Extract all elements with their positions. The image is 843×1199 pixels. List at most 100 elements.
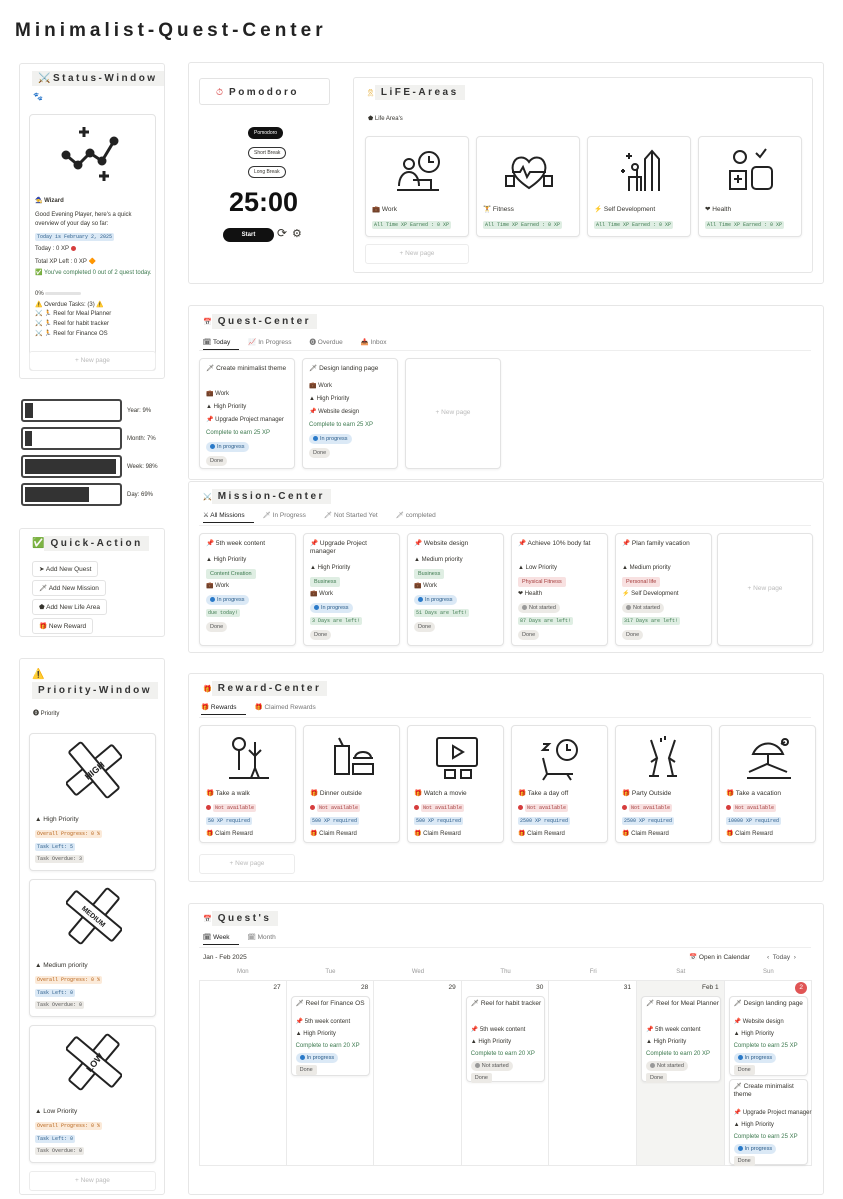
quest-center: 📅 Quest-Center 🗓 Today 📈 In Progress ⓿ Over… [188, 305, 824, 480]
tab-inbox[interactable]: 📥 Inbox [361, 339, 396, 346]
weekday-header: Wed [411, 969, 425, 975]
calendar-event[interactable]: 🗡 Reel for Finance OS 📌 5th week content… [290, 996, 371, 1076]
pomodoro-button[interactable]: Pomodoro [248, 127, 284, 139]
new-reward-button[interactable]: 🎁 New Reward [32, 618, 94, 634]
date-number: Feb 1 [701, 984, 719, 991]
tab-month[interactable]: 🗓 Month [248, 934, 285, 941]
life-card-self-development[interactable]: ⚡ Self Development All Time XP Earned : … [587, 136, 691, 237]
overdue-item[interactable]: ⚔️ 🏃 Reel for Meal Planner [35, 310, 111, 318]
tab-in-progress[interactable]: 🗡 In Progress [263, 512, 315, 519]
day-column[interactable] [549, 980, 637, 1166]
date-number: 30 [536, 984, 544, 991]
add-mission-button[interactable]: 🗡 Add New Mission [32, 580, 106, 596]
calendar-title: 📅 Quest's [203, 911, 278, 926]
calendar-event[interactable]: 🗡 Create minimalist theme 📌 Upgrade Proj… [728, 1079, 811, 1166]
reward-card[interactable]: 🎁 Party Outside Not available 2500 XP re… [615, 725, 712, 843]
tab-in-progress[interactable]: 📈 In Progress [248, 339, 300, 346]
mission-card[interactable]: 📌 Achieve 10% body fat ▲ Low Priority Ph… [511, 533, 608, 646]
priority-card-low[interactable]: LOW ▲ Low Priority Overall Progress: 0 %… [29, 1025, 156, 1163]
low-icon: LOW [66, 1033, 122, 1091]
new-page-button[interactable]: + New page [29, 351, 156, 371]
tab-week[interactable]: 🗓 Week [203, 934, 239, 945]
paw-icon: 🐾 [33, 92, 43, 101]
new-page-button[interactable]: + New page [717, 533, 813, 646]
tab-claimed-rewards[interactable]: 🎁 Claimed Rewards [255, 704, 325, 711]
claim-reward-button[interactable]: 🎁 Claim Reward [414, 830, 461, 838]
claim-reward-button[interactable]: 🎁 Claim Reward [726, 830, 773, 838]
year-bar [25, 403, 34, 418]
life-card-work[interactable]: 💼 Work All Time XP Earned : 0 XP [365, 136, 469, 237]
priority-name: High Priority [43, 816, 79, 823]
mission-card[interactable]: 📌 5th week content ▲ High Priority Conte… [199, 533, 296, 646]
fitness-icon [505, 156, 553, 190]
date-number: 31 [623, 984, 631, 991]
calendar-event[interactable]: 🗡 Design landing page 📌 Website design ▲… [728, 996, 809, 1076]
reward-card[interactable]: 🎁 Watch a movie Not available 500 XP req… [407, 725, 504, 843]
day-column[interactable] [199, 980, 287, 1166]
mission-card[interactable]: 📌 Plan family vacation ▲ Medium priority… [615, 533, 712, 646]
new-page-button[interactable]: + New page [199, 854, 295, 874]
claim-reward-button[interactable]: 🎁 Claim Reward [310, 830, 357, 838]
tab-overdue[interactable]: ⓿ Overdue [309, 339, 351, 346]
greeting: Good Evening Player, here's a quick over… [35, 212, 132, 227]
day-column[interactable] [374, 980, 462, 1166]
life-card-health[interactable]: ❤ Health All Time XP Earned : 0 XP [698, 136, 802, 237]
mission-card[interactable]: 📌 Upgrade Project manager ▲ High Priorit… [303, 533, 400, 646]
year-label: Year: 9% [127, 408, 152, 414]
quest-card[interactable]: 🗡 Design landing page 💼 Work ▲ High Prio… [302, 358, 398, 469]
reward-card[interactable]: 🎁 Take a walk Not available 50 XP requir… [199, 725, 296, 843]
long-break-button[interactable]: Long Break [248, 166, 286, 178]
today-xp: Today : 0 XP [35, 245, 78, 253]
day-off-icon [540, 739, 578, 781]
status-title: ⚔️Status-Window [32, 71, 164, 86]
movie-icon [436, 737, 478, 779]
reward-tabs: 🎁 Rewards 🎁 Claimed Rewards [201, 703, 334, 715]
tab-all-missions[interactable]: ⚔ All Missions [203, 512, 254, 523]
open-in-calendar-button[interactable]: 📅 Open in Calendar [689, 954, 750, 962]
mission-center: ⚔️ Mission-Center ⚔ All Missions 🗡 In Prog… [188, 481, 824, 653]
mission-card[interactable]: 📌 Website design ▲ Medium priority Busin… [407, 533, 504, 646]
new-page-button[interactable]: + New page [365, 244, 469, 264]
weekday-header: Sun [763, 969, 774, 975]
new-page-button[interactable]: + New page [29, 1171, 156, 1191]
calendar-tabs: 🗓 Week 🗓 Month [203, 933, 294, 945]
xp-left: Total XP Left : 0 XP 🔶 [35, 259, 96, 265]
mission-tabs: ⚔ All Missions 🗡 In Progress 🗡 Not Started… [203, 511, 454, 523]
timer-display: 25:00 [229, 187, 299, 217]
weekday-header: Sat [676, 969, 686, 975]
quest-card[interactable]: 🗡 Create minimalist theme 💼 Work ▲ High … [199, 358, 295, 469]
new-page-button[interactable]: + New page [405, 358, 501, 469]
claim-reward-button[interactable]: 🎁 Claim Reward [206, 830, 253, 838]
short-break-button[interactable]: Short Break [248, 147, 287, 159]
overdue-header: ⚠️ Overdue Tasks: (3) ⚠️ [35, 302, 104, 308]
priority-card-medium[interactable]: MEDIUM ▲ Medium priority Overall Progres… [29, 879, 156, 1017]
quest-tabs: 🗓 Today 📈 In Progress ⓿ Overdue 📥 Inbox [203, 336, 405, 350]
tab-not-started[interactable]: 🗡 Not Started Yet [324, 512, 387, 519]
date-number: 28 [360, 984, 369, 991]
priority-card-high[interactable]: HIGH ▲ High Priority Overall Progress: 0… [29, 733, 156, 871]
tab-rewards[interactable]: 🎁 Rewards [201, 704, 246, 715]
calendar-event[interactable]: 🗡 Reel for habit tracker 📌 5th week cont… [465, 996, 546, 1083]
quest-center-title: 📅 Quest-Center [203, 314, 318, 329]
reward-card[interactable]: 🎁 Take a vacation Not available 10000 XP… [719, 725, 816, 843]
calendar-event[interactable]: 🗡 Reel for Meal Planner 📌 5th week conte… [641, 996, 721, 1083]
overdue-item[interactable]: ⚔️ 🏃 Reel for Finance OS [35, 330, 108, 338]
overdue-item[interactable]: ⚔️ 🏃 Reel for habit tracker [35, 320, 109, 328]
today-nav[interactable]: ‹ Today › [767, 954, 796, 962]
claim-reward-button[interactable]: 🎁 Claim Reward [518, 830, 565, 838]
dinner-icon [334, 737, 374, 775]
vacation-icon [747, 738, 791, 779]
reward-card[interactable]: 🎁 Take a day off Not available 2500 XP r… [511, 725, 608, 843]
start-button[interactable]: Start [223, 228, 274, 242]
tab-today[interactable]: 🗓 Today [203, 339, 240, 350]
date-range: Jan - Feb 2025 [203, 954, 247, 961]
page-title: Minimalist-Quest-Center [15, 20, 327, 41]
tab-completed[interactable]: 🗡 completed [396, 512, 445, 519]
add-life-area-button[interactable]: ⬟ Add New Life Area [32, 599, 107, 615]
add-quest-button[interactable]: ➤ Add New Quest [32, 561, 99, 577]
claim-reward-button[interactable]: 🎁 Claim Reward [622, 830, 669, 838]
reward-card[interactable]: 🎁 Dinner outside Not available 500 XP re… [303, 725, 400, 843]
gear-icon[interactable]: ⚙ [292, 227, 302, 240]
life-card-fitness[interactable]: 🏋 Fitness All Time XP Earned : 0 XP [476, 136, 580, 237]
reset-icon[interactable]: ⟳ [277, 226, 287, 240]
